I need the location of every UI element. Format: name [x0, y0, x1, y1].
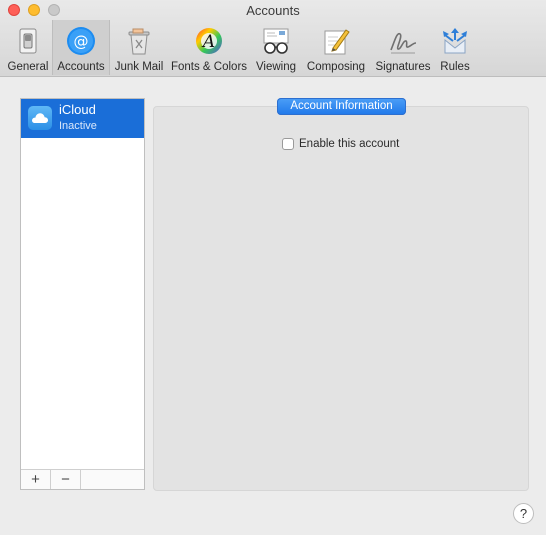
svg-text:A: A [201, 32, 215, 52]
tab-label: Accounts [57, 61, 105, 73]
account-information-tab[interactable]: Account Information [277, 98, 406, 115]
rules-icon [439, 25, 471, 57]
color-wheel-icon: A [193, 25, 225, 57]
tab-viewing[interactable]: Viewing [250, 20, 302, 75]
tab-label: Fonts & Colors [170, 61, 248, 73]
tab-label: Junk Mail [114, 61, 164, 73]
cloud-icon [28, 106, 52, 130]
account-name: iCloud [59, 102, 96, 117]
accounts-list[interactable]: iCloud Inactive + − [20, 98, 145, 490]
tab-label: Composing [306, 61, 366, 73]
account-row-icloud[interactable]: iCloud Inactive [21, 99, 144, 138]
preferences-toolbar: General @ Accounts Junk Mail A Fonts & C… [4, 20, 474, 75]
tab-label: General [7, 61, 49, 73]
preferences-window: Accounts General @ Accounts Junk Mail A … [0, 0, 546, 535]
help-button[interactable]: ? [513, 503, 534, 524]
tab-accounts[interactable]: @ Accounts [52, 20, 110, 75]
tab-composing[interactable]: Composing [302, 20, 370, 75]
enable-account-label: Enable this account [299, 138, 400, 150]
enable-account-row[interactable]: Enable this account [282, 138, 399, 150]
tab-label: Viewing [255, 61, 297, 73]
enable-account-checkbox[interactable] [282, 138, 294, 150]
account-information-panel [153, 106, 529, 491]
switch-icon [12, 25, 44, 57]
tab-junk-mail[interactable]: Junk Mail [110, 20, 168, 75]
svg-text:@: @ [74, 33, 89, 51]
tab-rules[interactable]: Rules [436, 20, 474, 75]
add-account-button[interactable]: + [21, 470, 51, 489]
glasses-icon [260, 25, 292, 57]
tab-signatures[interactable]: Signatures [370, 20, 436, 75]
trash-icon [123, 25, 155, 57]
pencil-icon [320, 25, 352, 57]
tab-general[interactable]: General [4, 20, 52, 75]
remove-account-button[interactable]: − [51, 470, 81, 489]
tab-label: Rules [440, 61, 470, 73]
tab-label: Signatures [375, 61, 431, 73]
at-icon: @ [65, 25, 97, 57]
titlebar: Accounts General @ Accounts Junk Mail A … [0, 0, 546, 77]
list-footer: + − [21, 469, 144, 489]
window-title: Accounts [246, 3, 300, 18]
signature-icon [387, 25, 419, 57]
account-status: Inactive [59, 120, 97, 132]
tab-fonts-colors[interactable]: A Fonts & Colors [168, 20, 250, 75]
